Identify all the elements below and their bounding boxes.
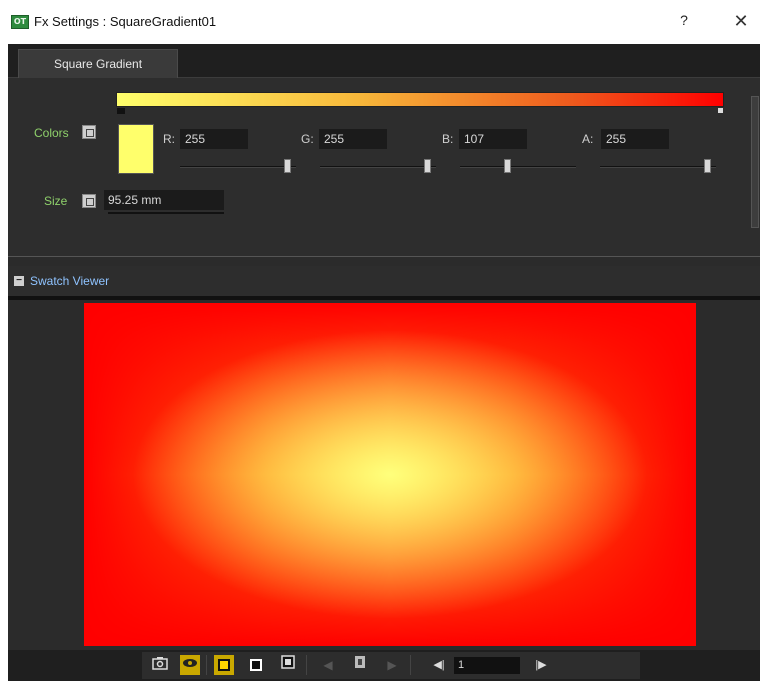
section-divider[interactable] xyxy=(8,256,760,257)
toolbar-separator xyxy=(206,655,207,675)
camera-icon[interactable] xyxy=(150,655,170,675)
swatch-viewer-title: Swatch Viewer xyxy=(30,274,110,288)
viewer-toolbar: ◀ ▶ ◀| 1 |▶ xyxy=(8,650,760,681)
prev-arrow-icon[interactable]: ◀ xyxy=(318,655,338,675)
title-bar: OT Fx Settings : SquareGradient01 ? ✕ xyxy=(0,0,760,44)
fx-settings-panel: Square Gradient Colors R: 255 G: 255 B: … xyxy=(8,44,760,681)
frame-number-field[interactable]: 1 xyxy=(454,657,520,674)
a-channel-field[interactable]: 255 xyxy=(601,129,669,149)
swatch-viewer-header: − Swatch Viewer xyxy=(8,266,760,296)
a-slider-track[interactable] xyxy=(600,166,716,168)
size-slider-track[interactable] xyxy=(108,212,224,214)
window-title: Fx Settings : SquareGradient01 xyxy=(34,14,217,29)
prev-frame-icon[interactable]: ◀| xyxy=(426,655,452,675)
g-channel-label: G: xyxy=(301,132,314,146)
collapse-icon[interactable]: − xyxy=(14,276,24,286)
size-label: Size xyxy=(44,194,68,208)
colors-animate-icon[interactable] xyxy=(82,125,96,139)
b-slider-track[interactable] xyxy=(460,166,576,168)
black-bg-glyph xyxy=(250,659,262,671)
black-bg-icon[interactable] xyxy=(246,655,266,675)
close-button[interactable]: ✕ xyxy=(730,11,752,33)
r-slider-thumb[interactable] xyxy=(284,159,291,173)
gradient-key-handle-start[interactable] xyxy=(117,108,125,114)
size-animate-icon[interactable] xyxy=(82,194,96,208)
checker-bg-icon[interactable] xyxy=(278,655,298,675)
help-button[interactable]: ? xyxy=(676,12,692,32)
settings-area: Colors R: 255 G: 255 B: 107 A: 255 Size … xyxy=(8,78,760,256)
a-slider-thumb[interactable] xyxy=(704,159,711,173)
b-slider-thumb[interactable] xyxy=(504,159,511,173)
swatch-viewer xyxy=(8,300,760,650)
next-frame-icon[interactable]: |▶ xyxy=(528,655,554,675)
app-logo-icon: OT xyxy=(11,15,29,29)
r-channel-label: R: xyxy=(163,132,175,146)
a-channel-label: A: xyxy=(582,132,594,146)
color-swatch[interactable] xyxy=(118,124,154,174)
tab-bar: Square Gradient xyxy=(8,44,760,79)
white-bg-glyph xyxy=(218,659,230,671)
preview-eye-icon[interactable] xyxy=(180,655,200,675)
toolbar-separator xyxy=(306,655,307,675)
r-channel-field[interactable]: 255 xyxy=(180,129,248,149)
gradient-spectrum-bar[interactable] xyxy=(116,92,724,107)
toolbar-separator xyxy=(410,655,411,675)
viewer-toolbar-group: ◀ ▶ ◀| 1 |▶ xyxy=(142,652,640,679)
b-channel-label: B: xyxy=(442,132,454,146)
r-slider-track[interactable] xyxy=(180,166,296,168)
settings-scrollbar[interactable] xyxy=(750,88,760,244)
colors-label: Colors xyxy=(34,126,69,140)
g-slider-thumb[interactable] xyxy=(424,159,431,173)
b-channel-field[interactable]: 107 xyxy=(459,129,527,149)
g-slider-track[interactable] xyxy=(320,166,436,168)
square-gradient-preview[interactable] xyxy=(84,303,696,646)
white-bg-icon[interactable] xyxy=(214,655,234,675)
settings-scroll-thumb[interactable] xyxy=(751,96,759,228)
g-channel-field[interactable]: 255 xyxy=(319,129,387,149)
gradient-key-handle-end[interactable] xyxy=(718,108,723,113)
tab-square-gradient[interactable]: Square Gradient xyxy=(18,49,178,79)
keyframe-icon[interactable] xyxy=(350,655,370,675)
next-arrow-icon[interactable]: ▶ xyxy=(382,655,402,675)
size-field[interactable]: 95.25 mm xyxy=(104,190,224,210)
